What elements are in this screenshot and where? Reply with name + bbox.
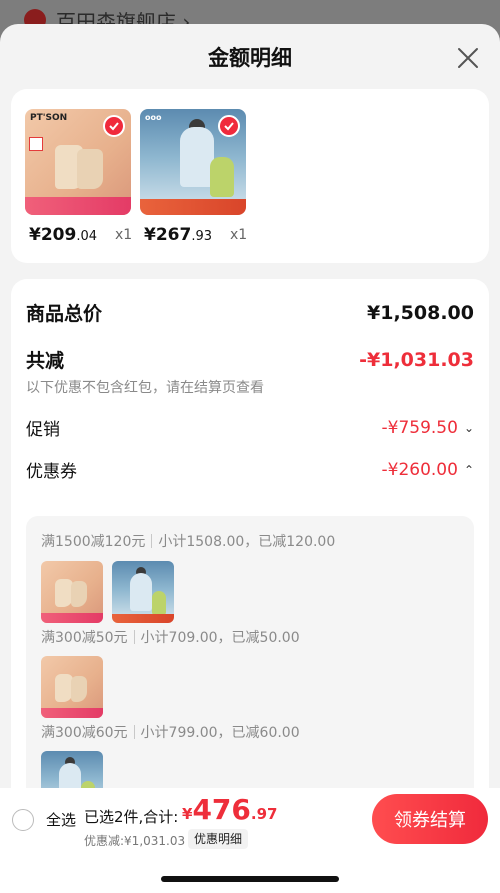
product-image: ooo [140,109,246,215]
product-item[interactable]: PT'SON ¥209.04 x1 [25,109,132,245]
selected-products-card: PT'SON ¥209.04 x1 ooo ¥267.93 x1 [11,89,489,263]
home-indicator [161,876,339,882]
amount-detail-sheet: 金额明细 PT'SON ¥209.04 x1 ooo ¥267.93 x1 商品… [0,24,500,893]
coupon-line: 满300减60元 小计799.00，已减60.00 [41,725,300,741]
discount-detail-button[interactable]: 优惠明细 [188,829,249,849]
check-icon[interactable] [218,115,240,137]
sheet-title: 金额明细 [208,46,292,70]
reduce-row: 共减 -¥1,031.03 [26,346,474,373]
product-image: PT'SON [25,109,131,215]
product-quantity: x1 [115,227,133,243]
boot-illustration [77,149,103,189]
reduce-value: -¥1,031.03 [359,348,474,371]
close-icon[interactable] [456,46,480,70]
grand-total: ¥476.97 [182,793,278,826]
discount-note: 以下优惠不包含红包，请在结算页查看 [26,380,264,396]
discount-summary: 优惠减:¥1,031.03 [84,834,186,848]
coupon-product-thumb [112,561,174,623]
reduce-label: 共减 [26,350,65,372]
coupon-product-thumb [41,561,103,623]
coupon-value: -¥260.00 ⌃ [381,459,475,480]
product-quantity: x1 [230,227,248,243]
jacket-illustration [210,157,234,197]
checkout-button[interactable]: 领券结算 [372,794,488,844]
product-price: ¥267.93 [144,225,213,245]
total-row: 商品总价 ¥1,508.00 [26,299,474,326]
checkout-bar: 全选 已选2件,合计: ¥476.97 优惠减:¥1,031.03 优惠明细 领… [0,788,500,893]
brand-logo-icon: ooo [145,113,162,122]
chevron-up-icon: ⌃ [463,462,474,477]
coupon-product-thumb [41,656,103,718]
promo-label: 促销 [26,420,60,440]
selected-count: 已选2件,合计: [84,808,179,826]
promo-tag-icon [29,137,43,151]
select-all-label[interactable]: 全选 [46,809,76,830]
coupon-line: 满300减50元 小计709.00，已减50.00 [41,630,300,646]
total-label: 商品总价 [26,303,103,325]
product-price: ¥209.04 [29,225,98,245]
coupon-row[interactable]: 优惠券 -¥260.00 ⌃ [26,457,475,483]
chevron-down-icon: ⌄ [463,420,474,435]
select-all-radio[interactable] [12,809,34,831]
promo-row[interactable]: 促销 -¥759.50 ⌄ [26,415,475,441]
promo-value: -¥759.50 ⌄ [381,417,475,438]
coupon-line: 满1500减120元 小计1508.00，已减120.00 [41,534,336,550]
product-item[interactable]: ooo ¥267.93 x1 [140,109,247,245]
total-value: ¥1,508.00 [367,301,474,324]
promo-strip [140,199,246,215]
jacket-illustration [180,127,214,187]
product-brand: PT'SON [30,113,68,123]
coupon-label: 优惠券 [26,462,77,482]
check-icon[interactable] [103,115,125,137]
promo-strip [25,197,131,215]
